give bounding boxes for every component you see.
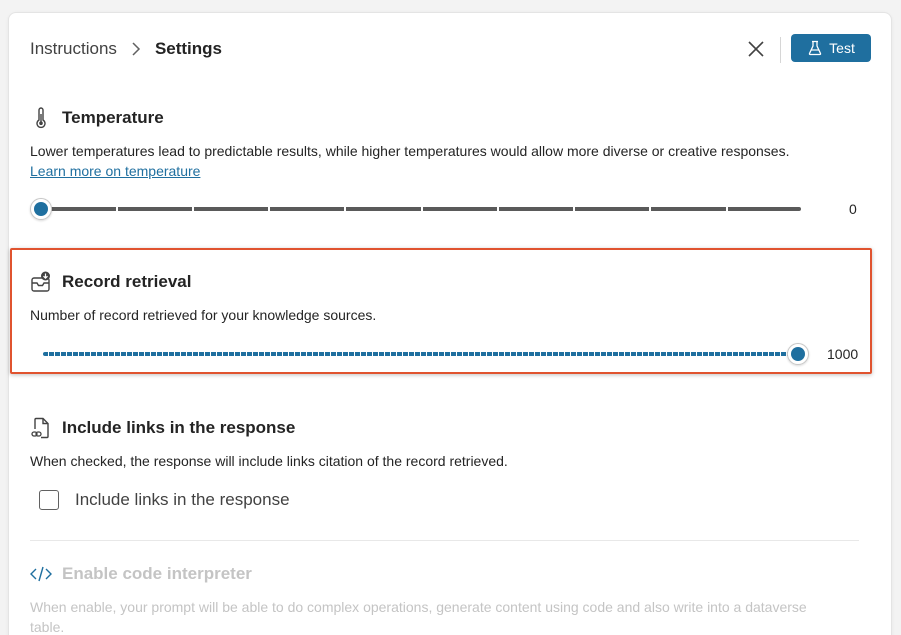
temperature-description-text: Lower temperatures lead to predictable r… <box>30 143 790 159</box>
header-divider <box>780 37 781 63</box>
temperature-description: Lower temperatures lead to predictable r… <box>30 141 810 181</box>
section-divider <box>30 540 859 541</box>
temperature-value: 0 <box>849 201 857 217</box>
temperature-section: Temperature Lower temperatures lead to p… <box>30 107 810 181</box>
include-links-checkbox-label[interactable]: Include links in the response <box>75 490 290 510</box>
breadcrumb-instructions[interactable]: Instructions <box>30 39 117 59</box>
include-links-section: Include links in the response When check… <box>30 417 810 471</box>
code-icon <box>30 563 52 585</box>
chevron-right-icon <box>131 42 141 56</box>
include-links-title-text: Include links in the response <box>62 418 296 437</box>
temperature-slider-thumb[interactable] <box>30 198 52 220</box>
include-links-description: When checked, the response will include … <box>30 453 508 469</box>
include-links-checkbox[interactable] <box>39 490 59 510</box>
temperature-slider-ticks <box>116 207 728 211</box>
code-interpreter-title-text: Enable code interpreter <box>62 564 252 583</box>
temperature-title: Temperature <box>30 107 810 129</box>
learn-more-temperature-link[interactable]: Learn more on temperature <box>30 163 200 179</box>
temperature-title-text: Temperature <box>62 108 164 127</box>
panel-header: Instructions Settings Test <box>9 13 891 87</box>
thermometer-icon <box>30 107 52 129</box>
test-button-label: Test <box>829 40 855 56</box>
document-link-icon <box>30 417 52 439</box>
close-icon <box>748 41 764 57</box>
test-button[interactable]: Test <box>791 34 871 62</box>
include-links-checkbox-row[interactable]: Include links in the response <box>39 490 290 510</box>
code-interpreter-section: Enable code interpreter When enable, you… <box>30 563 810 635</box>
breadcrumb: Instructions Settings <box>30 39 222 59</box>
include-links-title: Include links in the response <box>30 417 810 439</box>
beaker-icon <box>808 40 822 56</box>
temperature-slider-track[interactable] <box>31 207 801 211</box>
code-interpreter-toggle[interactable]: Enable code interpreter <box>30 563 810 585</box>
code-interpreter-description: When enable, your prompt will be able to… <box>30 599 807 635</box>
breadcrumb-settings: Settings <box>154 39 222 58</box>
close-button[interactable] <box>745 38 767 60</box>
record-retrieval-highlight <box>10 248 872 374</box>
